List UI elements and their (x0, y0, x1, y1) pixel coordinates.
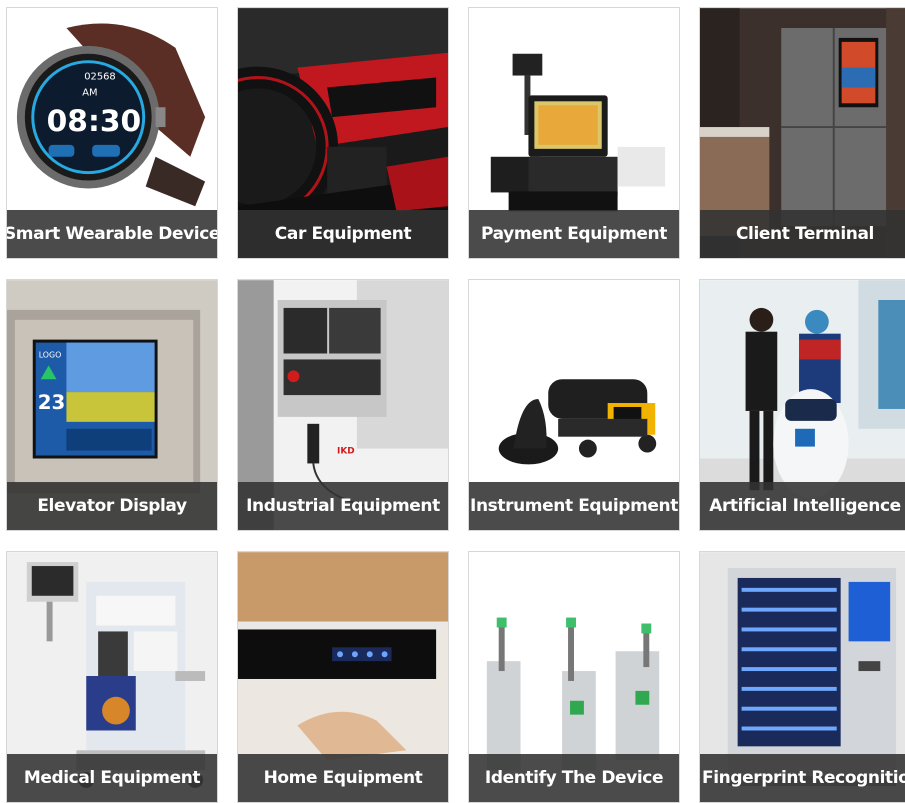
screen-logo: LOGO (39, 350, 62, 359)
svg-text:IKD: IKD (337, 447, 355, 457)
tile-industrial-equipment[interactable]: IKD Industrial Equipment (237, 279, 449, 531)
tile-identify-the-device[interactable]: Identify The Device (468, 551, 680, 803)
tile-caption: Medical Equipment (7, 754, 217, 802)
watch-steps: 02568 (84, 72, 115, 83)
tile-caption: Client Terminal (700, 210, 905, 258)
watch-time: 08:30 (47, 104, 142, 139)
tile-caption: Artificial Intelligence (700, 482, 905, 530)
tile-fingerprint-recognition[interactable]: Fingerprint Recognition (699, 551, 905, 803)
tile-instrument-equipment[interactable]: Instrument Equipment (468, 279, 680, 531)
tile-payment-equipment[interactable]: Payment Equipment (468, 7, 680, 259)
tile-caption: Instrument Equipment (469, 482, 679, 530)
tile-medical-equipment[interactable]: Medical Equipment (6, 551, 218, 803)
tile-caption: Payment Equipment (469, 210, 679, 258)
tile-caption: Home Equipment (238, 754, 448, 802)
tile-caption: Smart Wearable Device (7, 210, 217, 258)
watch-ampm: AM (82, 87, 97, 98)
tile-caption: Car Equipment (238, 210, 448, 258)
tile-elevator-display[interactable]: LOGO 23 Elevator Display (6, 279, 218, 531)
tile-smart-wearable-device[interactable]: 02568 AM 08:30 Smart Wearable Device (6, 7, 218, 259)
tile-artificial-intelligence[interactable]: Artificial Intelligence (699, 279, 905, 531)
tile-car-equipment[interactable]: Car Equipment (237, 7, 449, 259)
tile-caption: Fingerprint Recognition (700, 754, 905, 802)
tile-caption: Industrial Equipment (238, 482, 448, 530)
tile-caption: Identify The Device (469, 754, 679, 802)
screen-floor: 23 (38, 391, 66, 414)
tile-client-terminal[interactable]: Client Terminal (699, 7, 905, 259)
tile-home-equipment[interactable]: Home Equipment (237, 551, 449, 803)
tile-caption: Elevator Display (7, 482, 217, 530)
